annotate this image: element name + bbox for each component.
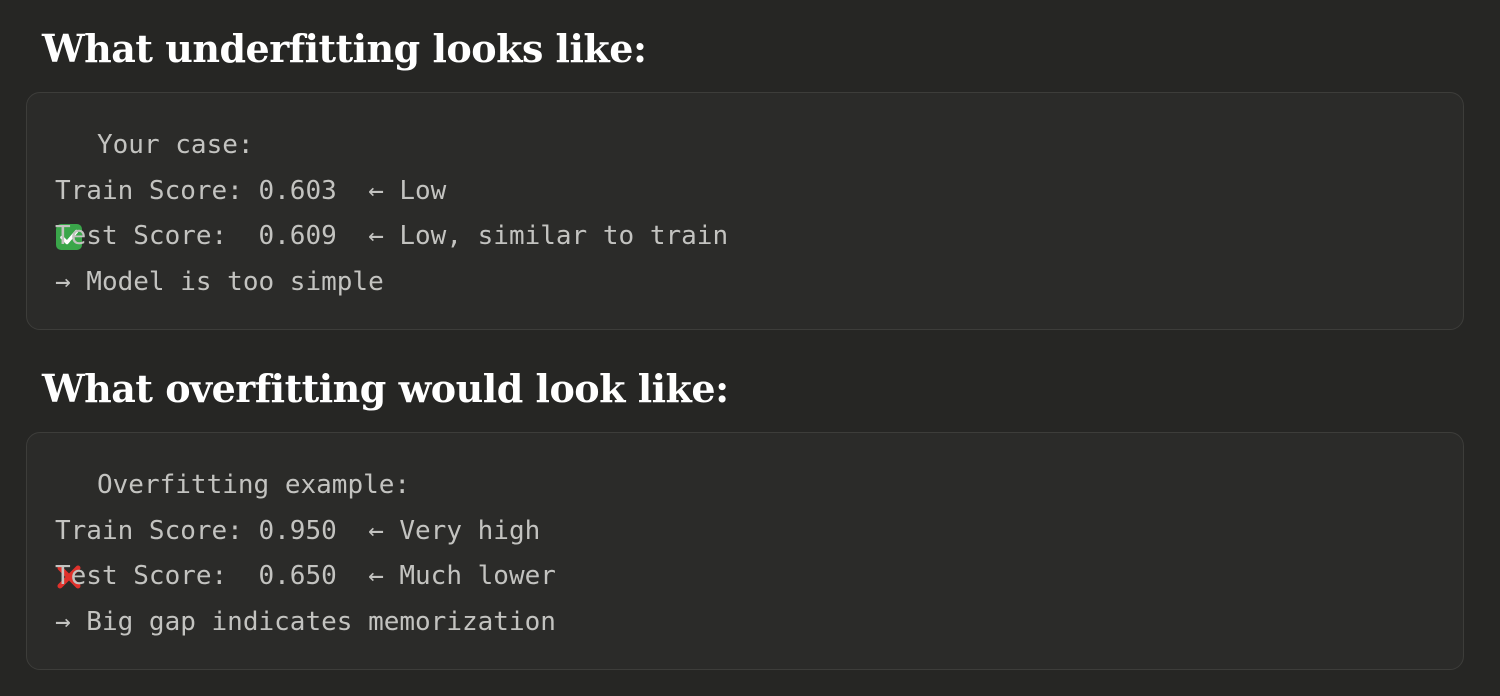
section-heading-underfitting: What underfitting looks like:	[42, 26, 647, 71]
code-line: Train Score: 0.950 ← Very high	[55, 515, 541, 546]
code-line: Your case:	[55, 123, 728, 250]
code-line: → Big gap indicates memorization	[55, 606, 556, 637]
code-line: Test Score: 0.650 ← Much lower	[55, 561, 556, 591]
code-block-underfitting: Your case: Train Score: 0.603 ← Low Test…	[26, 92, 1464, 330]
code-line: Train Score: 0.603 ← Low	[55, 175, 447, 206]
code-line: Overfitting example:	[55, 463, 556, 589]
section-heading-overfitting: What overfitting would look like:	[42, 366, 729, 411]
code-block-overfitting: Overfitting example: Train Score: 0.950 …	[26, 432, 1464, 670]
code-line-text: Your case:	[97, 130, 254, 160]
code-line: Test Score: 0.609 ← Low, similar to trai…	[55, 221, 729, 251]
code-line: → Model is too simple	[55, 266, 384, 297]
code-line-text: Overfitting example:	[97, 470, 411, 500]
code-lines: Your case: Train Score: 0.603 ← Low Test…	[55, 123, 728, 305]
code-lines: Overfitting example: Train Score: 0.950 …	[55, 463, 556, 645]
cross-mark-icon	[55, 472, 83, 589]
check-mark-icon	[55, 132, 83, 250]
